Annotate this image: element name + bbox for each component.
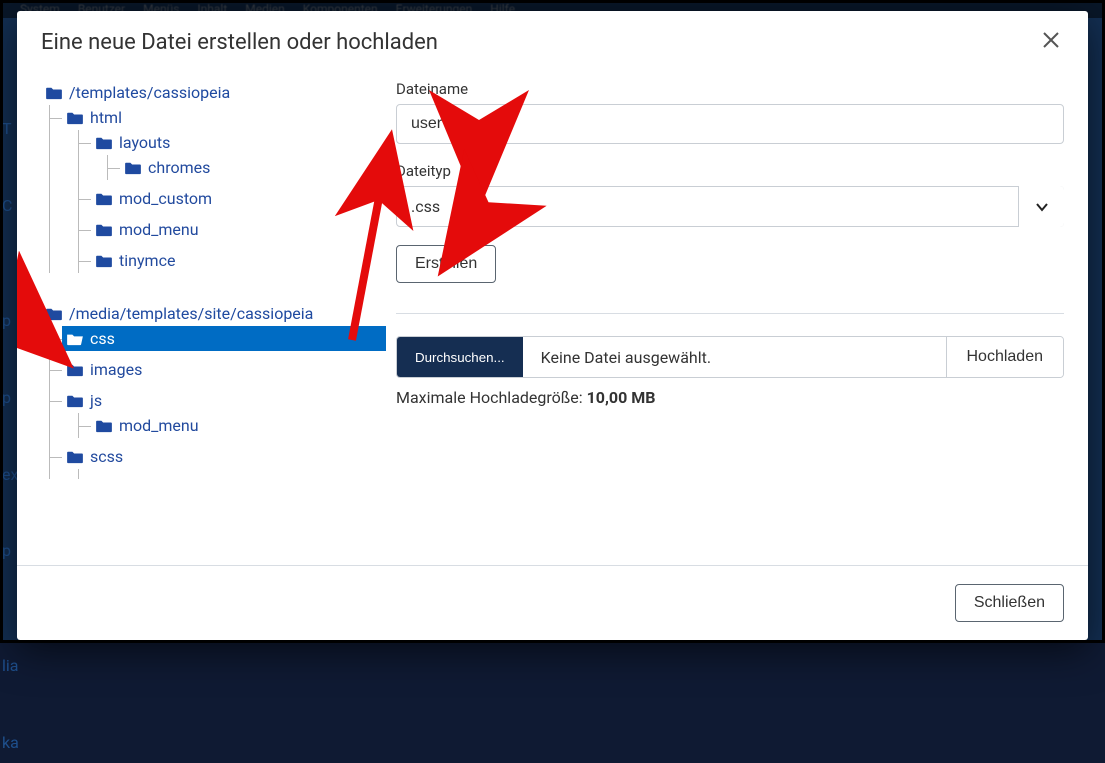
tree-label: /templates/cassiopeia: [69, 83, 230, 102]
tree-label: tinymce: [119, 251, 175, 270]
tree-item-chromes[interactable]: chromes: [120, 155, 386, 180]
tree-item-scss-child[interactable]: [91, 469, 386, 479]
tree-item-html[interactable]: html: [62, 105, 386, 130]
tree-root-templates[interactable]: /templates/cassiopeia: [41, 80, 386, 105]
max-upload-prefix: Maximale Hochladegröße:: [396, 388, 587, 407]
folder-icon: [45, 307, 63, 321]
tree-label: html: [90, 108, 122, 127]
tree-item-css[interactable]: css: [62, 326, 386, 351]
folder-icon: [45, 86, 63, 100]
create-button[interactable]: Erstellen: [396, 245, 496, 283]
modal-title: Eine neue Datei erstellen oder hochladen: [41, 30, 438, 55]
tree-label: scss: [90, 447, 123, 466]
tree-item-mod-menu[interactable]: mod_menu: [91, 217, 386, 242]
folder-icon: [95, 136, 113, 150]
folder-icon: [95, 223, 113, 237]
form-column: Dateiname Dateityp .css Erstellen Durchs…: [386, 80, 1064, 555]
browse-button[interactable]: Durchsuchen...: [397, 337, 523, 377]
close-footer-button[interactable]: Schließen: [955, 584, 1064, 622]
folder-tree: /templates/cassiopeia html: [41, 80, 386, 555]
tree-label: mod_menu: [119, 416, 199, 435]
tree-item-layouts[interactable]: layouts: [91, 130, 386, 155]
filename-label: Dateiname: [396, 80, 1064, 98]
modal-footer: Schließen: [17, 565, 1088, 640]
max-upload-value: 10,00 MB: [587, 388, 656, 407]
tree-item-mod-custom[interactable]: mod_custom: [91, 186, 386, 211]
filetype-label: Dateityp: [396, 162, 1064, 180]
file-chosen-text: Keine Datei ausgewählt.: [523, 337, 946, 377]
chevron-down-icon: [1034, 199, 1050, 215]
close-button[interactable]: [1038, 27, 1064, 58]
tree-label: mod_menu: [119, 220, 199, 239]
filename-field-group: Dateiname: [396, 80, 1064, 144]
filename-input[interactable]: [396, 104, 1064, 144]
folder-open-icon: [66, 332, 84, 346]
tree-item-images[interactable]: images: [62, 357, 386, 382]
folder-icon: [66, 394, 84, 408]
max-upload-size: Maximale Hochladegröße: 10,00 MB: [396, 388, 1064, 407]
tree-label: chromes: [148, 158, 210, 177]
folder-icon: [66, 450, 84, 464]
tree-item-tinymce[interactable]: tinymce: [91, 248, 386, 273]
tree-root-media[interactable]: /media/templates/site/cassiopeia: [41, 301, 386, 326]
modal-body: /templates/cassiopeia html: [17, 80, 1088, 565]
folder-icon: [95, 472, 113, 479]
folder-icon: [124, 161, 142, 175]
upload-row: Durchsuchen... Keine Datei ausgewählt. H…: [396, 336, 1064, 378]
upload-button[interactable]: Hochladen: [946, 337, 1064, 377]
tree-label: layouts: [119, 133, 170, 152]
modal-dialog: Eine neue Datei erstellen oder hochladen…: [17, 11, 1088, 640]
tree-item-js[interactable]: js: [62, 388, 386, 413]
filetype-select[interactable]: .css: [396, 186, 1064, 227]
tree-item-js-mod-menu[interactable]: mod_menu: [91, 413, 386, 438]
modal-header: Eine neue Datei erstellen oder hochladen: [17, 11, 1088, 80]
folder-icon: [66, 111, 84, 125]
tree-label: mod_custom: [119, 189, 212, 208]
folder-icon: [95, 419, 113, 433]
folder-icon: [95, 254, 113, 268]
divider: [396, 313, 1064, 314]
close-icon: [1042, 31, 1060, 49]
tree-label: css: [90, 329, 115, 348]
filetype-dropdown-toggle[interactable]: [1018, 186, 1064, 227]
tree-label: /media/templates/site/cassiopeia: [69, 304, 313, 323]
filetype-field-group: Dateityp .css: [396, 162, 1064, 227]
folder-icon: [95, 192, 113, 206]
filetype-value: .css: [396, 186, 1064, 227]
tree-label: js: [90, 391, 102, 410]
tree-item-scss[interactable]: scss: [62, 444, 386, 469]
tree-label: images: [90, 360, 142, 379]
folder-icon: [66, 363, 84, 377]
